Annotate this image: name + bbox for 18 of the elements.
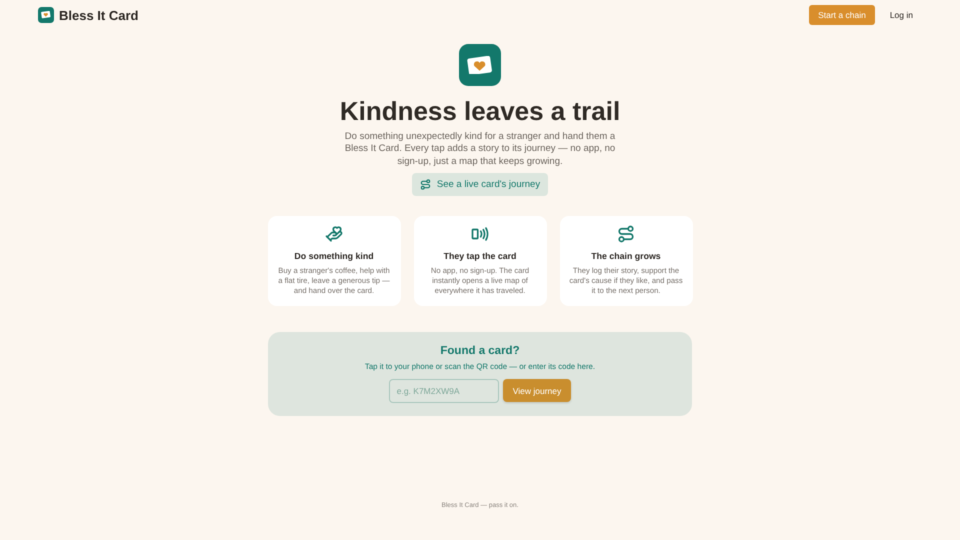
view-journey-button[interactable]: View journey — [502, 379, 572, 402]
route-icon — [617, 225, 635, 244]
step-title: They tap the card — [444, 251, 516, 262]
login-button[interactable]: Log in — [880, 5, 922, 25]
brand-name: Bless It Card — [59, 8, 138, 22]
route-icon — [420, 179, 431, 190]
lookup-title: Found a card? — [440, 345, 520, 358]
live-journey-button[interactable]: See a live card's journey — [412, 173, 548, 196]
card-code-field[interactable]: e.g. K7M2XW9A — [388, 379, 499, 404]
step-title: Do something kind — [294, 251, 374, 262]
hero-title: Kindness leaves a trail — [340, 96, 620, 127]
hero-text: Do something unexpectedly kind for a stranger and hand them a Bless It Card. Every tap adds a story to its journey — no app, no sign-up, just a map that keeps growing. — [344, 131, 616, 168]
hand-heart-icon — [325, 225, 343, 244]
heart-card-icon — [41, 11, 51, 19]
start-chain-button[interactable]: Start a chain — [809, 5, 875, 25]
step-title: The chain grows — [591, 251, 661, 262]
phone-tap-icon — [471, 225, 489, 244]
heart-card-icon — [467, 56, 493, 74]
